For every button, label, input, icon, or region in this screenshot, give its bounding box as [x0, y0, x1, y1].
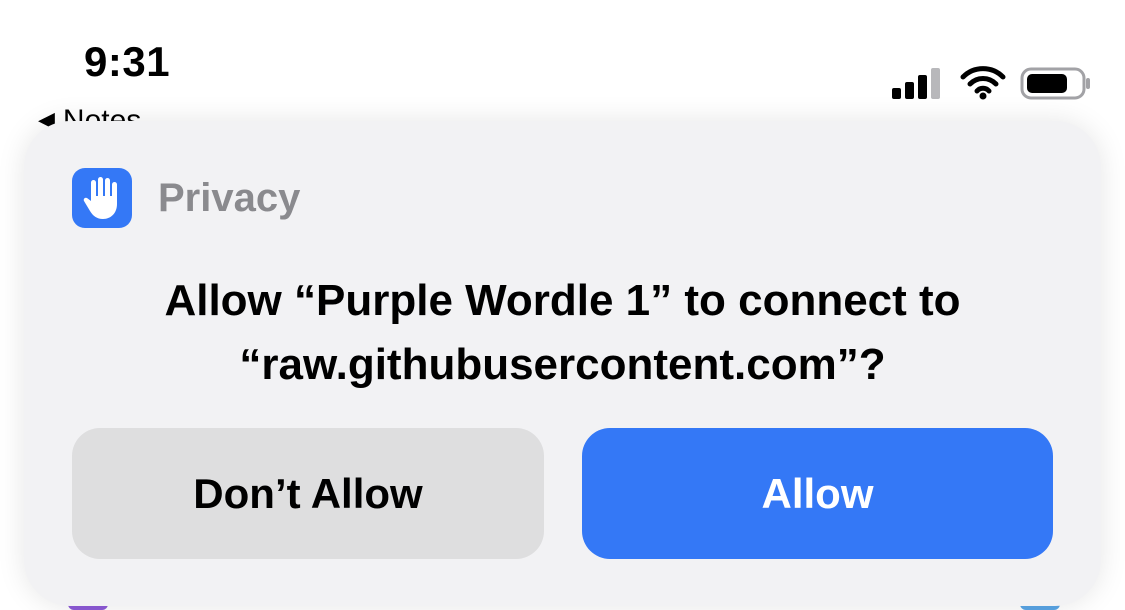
battery-icon: [1020, 67, 1090, 100]
permission-message: Allow “Purple Wordle 1” to connect to “r…: [164, 276, 961, 389]
signal-bars-icon: [892, 68, 940, 99]
raised-hand-icon: [72, 168, 132, 228]
app-name: Privacy: [158, 176, 301, 220]
status-time: 9:31: [84, 38, 171, 85]
allow-button[interactable]: Allow: [582, 428, 1053, 559]
status-icons: [890, 62, 1095, 102]
dont-allow-button[interactable]: Don’t Allow: [72, 428, 544, 559]
privacy-permission-banner: Privacy Allow “Purple Wordle 1” to conne…: [24, 121, 1101, 606]
wifi-icon: [960, 66, 1006, 100]
